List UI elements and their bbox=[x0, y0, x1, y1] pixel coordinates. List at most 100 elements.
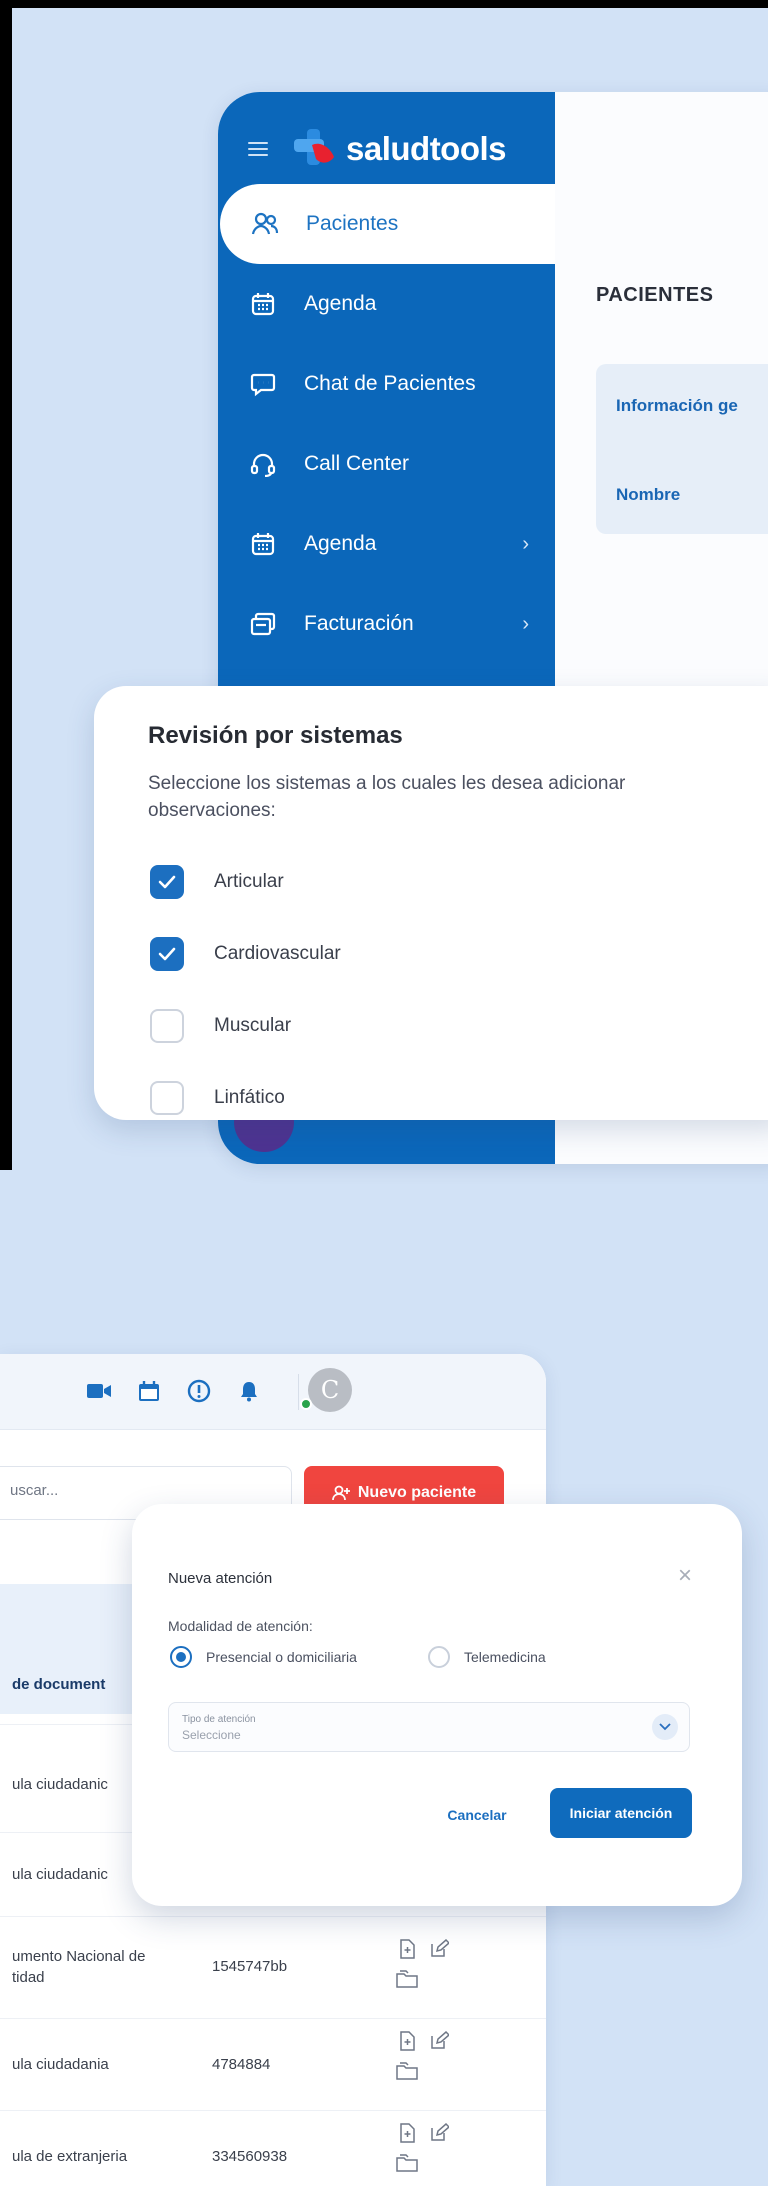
calendar-icon[interactable] bbox=[136, 1378, 162, 1404]
radio-telemedicina[interactable]: Telemedicina bbox=[428, 1646, 546, 1668]
edit-icon[interactable] bbox=[428, 2122, 450, 2144]
add-file-icon[interactable] bbox=[396, 1938, 418, 1960]
select-label: Tipo de atención bbox=[182, 1714, 256, 1725]
sidebar-item-agenda[interactable]: Agenda bbox=[218, 264, 555, 344]
folder-icon[interactable] bbox=[396, 2152, 418, 2174]
top-frame-edge bbox=[0, 0, 768, 8]
nueva-atencion-dialog: Nueva atención × Modalidad de atención: … bbox=[132, 1504, 742, 1906]
sidebar-item-label: Agenda bbox=[304, 292, 377, 315]
row-actions bbox=[392, 2122, 472, 2182]
row-doc-number: 334560938 bbox=[212, 2148, 288, 2165]
checkbox-unchecked[interactable] bbox=[150, 1081, 184, 1115]
row-doc-type: ula ciudadanic bbox=[12, 1866, 108, 1883]
cancel-button[interactable]: Cancelar bbox=[422, 1792, 532, 1838]
video-icon[interactable] bbox=[86, 1378, 112, 1404]
sidebar-item-call-center[interactable]: Call Center bbox=[218, 424, 555, 504]
sidebar-item-label: Facturación bbox=[304, 612, 414, 635]
row-doc-number: 1545747bb bbox=[212, 1958, 288, 1975]
dialog-title: Nueva atención bbox=[168, 1570, 273, 1587]
invoice-icon bbox=[248, 609, 278, 639]
users-icon bbox=[250, 209, 280, 239]
folder-icon[interactable] bbox=[396, 2060, 418, 2082]
sidebar-item-label: Call Center bbox=[304, 452, 410, 475]
tab-band bbox=[596, 364, 768, 534]
left-frame-edge bbox=[0, 0, 12, 1170]
chat-icon bbox=[248, 369, 278, 399]
check-cardiovascular[interactable]: Cardiovascular bbox=[150, 918, 341, 990]
check-icon bbox=[158, 947, 176, 961]
alert-icon[interactable] bbox=[186, 1378, 212, 1404]
sidebar-item-agenda-submenu[interactable]: Agenda › bbox=[218, 504, 555, 584]
row-doc-type: ula de extranjeria bbox=[12, 2148, 128, 2165]
row-doc-type: umento Nacional de tidad bbox=[12, 1948, 146, 1986]
sidebar-item-label: Agenda bbox=[304, 532, 377, 555]
checkbox-unchecked[interactable] bbox=[150, 1009, 184, 1043]
brand-name: saludtools bbox=[346, 130, 507, 167]
radio-label: Telemedicina bbox=[464, 1649, 546, 1665]
nuevo-paciente-label: Nuevo paciente bbox=[357, 1484, 477, 1501]
modality-label: Modalidad de atención: bbox=[168, 1618, 313, 1634]
revision-title: Revisión por sistemas bbox=[148, 722, 403, 749]
tipo-atencion-select[interactable] bbox=[168, 1702, 690, 1752]
check-label: Linfático bbox=[214, 1087, 285, 1108]
calendar-icon bbox=[248, 289, 278, 319]
online-status-dot bbox=[300, 1398, 312, 1410]
row-actions bbox=[392, 2030, 472, 2090]
radio-label: Presencial o domiciliaria bbox=[206, 1649, 357, 1665]
row-doc-type: ula ciudadania bbox=[12, 2056, 109, 2073]
sidebar-item-label: Pacientes bbox=[306, 212, 399, 235]
chevron-right-icon: › bbox=[522, 612, 529, 635]
row-divider bbox=[0, 1916, 546, 1917]
row-doc-number: 4784884 bbox=[212, 2056, 271, 2073]
add-file-icon[interactable] bbox=[396, 2030, 418, 2052]
iniciar-atencion-button[interactable]: Iniciar atención bbox=[550, 1788, 692, 1838]
sidebar-item-facturacion[interactable]: Facturación › bbox=[218, 584, 555, 664]
revision-sistemas-card: Revisión por sistemas Seleccione los sis… bbox=[94, 686, 768, 1120]
systems-checklist: Articular Cardiovascular Muscular Linfát… bbox=[150, 846, 341, 1134]
chevron-right-icon: › bbox=[522, 532, 529, 555]
checkbox-checked[interactable] bbox=[150, 865, 184, 899]
check-linfatico[interactable]: Linfático bbox=[150, 1062, 341, 1134]
saludtools-cross-logo bbox=[294, 129, 334, 165]
checkbox-checked[interactable] bbox=[150, 937, 184, 971]
sidebar-item-chat-pacientes[interactable]: Chat de Pacientes bbox=[218, 344, 555, 424]
edit-icon[interactable] bbox=[428, 1938, 450, 1960]
row-doc-type: ula ciudadanic bbox=[12, 1776, 108, 1793]
calendar-icon bbox=[248, 529, 278, 559]
sidebar-item-label: Chat de Pacientes bbox=[304, 372, 476, 395]
radio-presencial[interactable]: Presencial o domiciliaria bbox=[170, 1646, 357, 1668]
check-label: Muscular bbox=[214, 1015, 292, 1036]
column-tipo-documento: de document bbox=[12, 1676, 106, 1693]
chevron-down-icon[interactable] bbox=[652, 1714, 678, 1740]
select-placeholder: Seleccione bbox=[182, 1728, 241, 1742]
check-label: Cardiovascular bbox=[214, 943, 341, 964]
brand[interactable]: saludtools bbox=[248, 114, 507, 184]
add-file-icon[interactable] bbox=[396, 2122, 418, 2144]
sidebar-nav: Pacientes Agenda Chat de Pacientes Call … bbox=[218, 184, 555, 664]
radio-unselected[interactable] bbox=[428, 1646, 450, 1668]
bell-icon[interactable] bbox=[236, 1378, 262, 1404]
page-title: PACIENTES bbox=[596, 284, 714, 306]
check-muscular[interactable]: Muscular bbox=[150, 990, 341, 1062]
check-icon bbox=[158, 875, 176, 889]
add-user-icon bbox=[331, 1485, 350, 1501]
row-actions bbox=[392, 1938, 472, 1998]
revision-subtitle: Seleccione los sistemas a los cuales les… bbox=[148, 773, 626, 821]
folder-icon[interactable] bbox=[396, 1968, 418, 1990]
radio-selected[interactable] bbox=[170, 1646, 192, 1668]
row-divider bbox=[0, 2018, 546, 2019]
edit-icon[interactable] bbox=[428, 2030, 450, 2052]
hamburger-menu-icon[interactable] bbox=[248, 142, 268, 156]
top-toolbar: C bbox=[0, 1354, 546, 1430]
check-label: Articular bbox=[214, 871, 284, 892]
toolbar-separator bbox=[298, 1374, 299, 1410]
tab-informacion-general[interactable]: Información ge bbox=[616, 396, 738, 416]
sidebar-item-pacientes[interactable]: Pacientes bbox=[220, 184, 555, 264]
check-articular[interactable]: Articular bbox=[150, 846, 341, 918]
row-divider bbox=[0, 2110, 546, 2111]
close-icon[interactable]: × bbox=[678, 1562, 692, 1590]
search-placeholder: uscar... bbox=[10, 1482, 59, 1499]
column-nombre: Nombre bbox=[616, 485, 681, 504]
headset-icon bbox=[248, 449, 278, 479]
user-avatar[interactable]: C bbox=[308, 1368, 352, 1412]
